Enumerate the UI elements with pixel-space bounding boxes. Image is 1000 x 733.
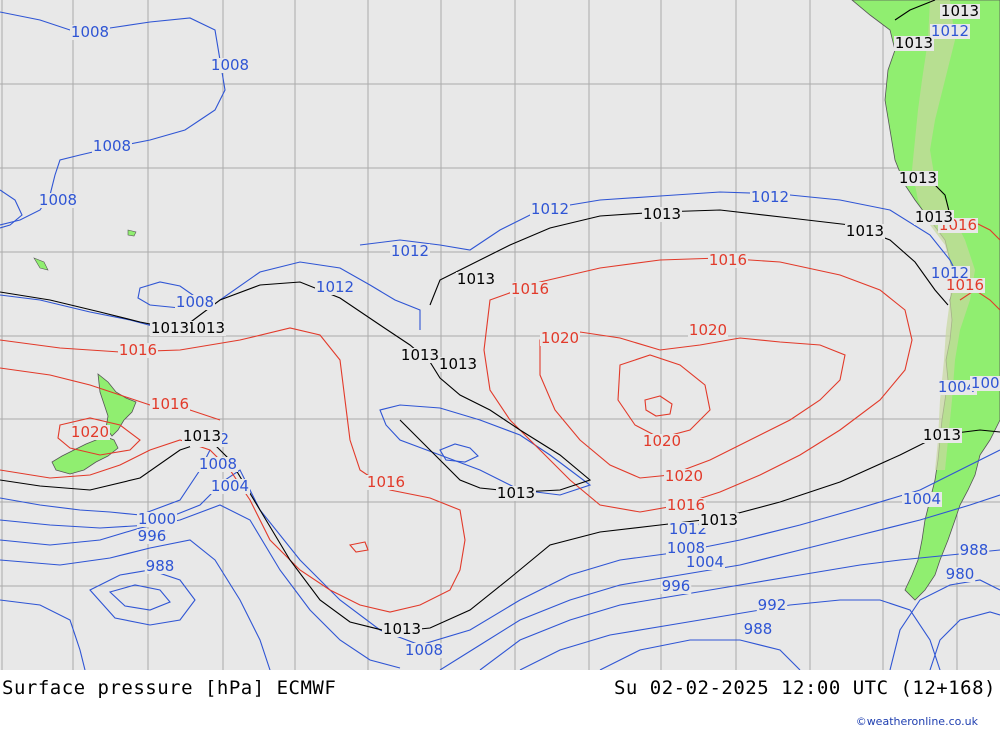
credit-link[interactable]: ©weatheronline.co.uk [856, 715, 978, 728]
map-canvas: 60E 170E 180 170W 160W 150W 140W 130W 120W 110W 10… [0, 0, 1000, 670]
isobar-label-blue: 980 [946, 565, 975, 583]
isobar-label-red: 1016 [119, 341, 157, 359]
isobar-label-blue: 996 [662, 577, 691, 595]
isobar-label-blue: 1008 [405, 641, 443, 659]
longitude-label: 160W [281, 669, 310, 670]
isobar-label-black: 1013 [383, 620, 421, 638]
longitude-label: 120W [575, 669, 604, 670]
isobar-label-blue: 1008 [176, 293, 214, 311]
isobar-label-blue: 1012 [931, 22, 969, 40]
isobar-label-black: 1013 [457, 270, 495, 288]
isobar-label-black: 1013 [941, 2, 979, 20]
isobar-label-black: 1013 [899, 169, 937, 187]
isobar-labels: 1008 1008 1008 1008 1012 1008 1012 1012 1012 1008… [38, 2, 1000, 659]
isobar-label-red: 1020 [689, 321, 727, 339]
isobar-label-black: 1013 [700, 511, 738, 529]
isobar-label-black: 1013 [187, 319, 225, 337]
isobar-label-blue: 988 [960, 541, 989, 559]
island-small-1 [33, 257, 49, 271]
longitude-label: 90W [799, 669, 822, 670]
longitude-label: 70W [946, 669, 969, 670]
island-small-2 [127, 229, 137, 237]
longitude-label: 170W [209, 669, 238, 670]
isobar-label-black: 1013 [439, 355, 477, 373]
isobar-label-red: 1016 [151, 395, 189, 413]
isobar-label-black: 1013 [183, 427, 221, 445]
isobar-label-red: 1020 [665, 467, 703, 485]
isobar-label-black: 1013 [915, 208, 953, 226]
isobar-label-red: 1020 [541, 329, 579, 347]
isobar-label-black: 1013 [401, 346, 439, 364]
isobar-label-blue: 1012 [531, 200, 569, 218]
isobar-label-red: 1016 [511, 280, 549, 298]
longitude-label: 60E [0, 669, 12, 670]
isobar-label-blue: 1008 [71, 23, 109, 41]
longitude-label: 80W [872, 669, 895, 670]
high-pressure-isobars [0, 219, 1000, 613]
isobar-label-blue: 1008 [93, 137, 131, 155]
isobar-label-red: 1016 [709, 251, 747, 269]
chart-title: Surface pressure [hPa] ECMWF [2, 677, 337, 699]
isobar-label-blue: 1012 [751, 188, 789, 206]
isobar-label-blue: 1008 [211, 56, 249, 74]
isobar-label-blue: 1004 [903, 490, 941, 508]
longitude-label: 110W [647, 669, 676, 670]
isobar-label-black: 1013 [923, 426, 961, 444]
longitude-label: 170E [60, 669, 85, 670]
longitude-label: 150W [354, 669, 383, 670]
longitude-labels: 60E 170E 180 170W 160W 150W 140W 130W 120W 110W 10… [0, 669, 968, 670]
isobar-label-black: 1013 [643, 205, 681, 223]
isobar-label-red: 1016 [367, 473, 405, 491]
isobar-label-black: 1013 [151, 319, 189, 337]
longitude-label: 130W [501, 669, 530, 670]
isobar-label-black: 1013 [497, 484, 535, 502]
longitude-label: 140W [427, 669, 456, 670]
isobar-label-blue: 1012 [391, 242, 429, 260]
isobar-label-black: 1013 [895, 34, 933, 52]
isobar-label-blue: 988 [744, 620, 773, 638]
valid-time: Su 02-02-2025 12:00 UTC (12+168) [613, 677, 996, 699]
isobar-label-blue: 1000 [138, 510, 176, 528]
isobar-label-blue: 1012 [316, 278, 354, 296]
isobar-label-blue: 1008 [199, 455, 237, 473]
isobar-label-blue: 988 [146, 557, 175, 575]
isobar-label-blue: 1004 [686, 553, 724, 571]
isobar-label-red: 1020 [643, 432, 681, 450]
isobar-label-blue: 1004 [971, 374, 1000, 392]
longitude-label: 100W [722, 669, 751, 670]
isobar-label-blue: 996 [138, 527, 167, 545]
isobar-label-red: 1016 [946, 276, 984, 294]
pressure-map: 60E 170E 180 170W 160W 150W 140W 130W 120W 110W 10… [0, 0, 1000, 670]
isobar-label-blue: 1008 [39, 191, 77, 209]
isobar-label-red: 1020 [71, 423, 109, 441]
longitude-label: 180 [138, 669, 157, 670]
isobar-label-blue: 992 [758, 596, 787, 614]
isobar-label-black: 1013 [846, 222, 884, 240]
isobar-label-blue: 1004 [211, 477, 249, 495]
